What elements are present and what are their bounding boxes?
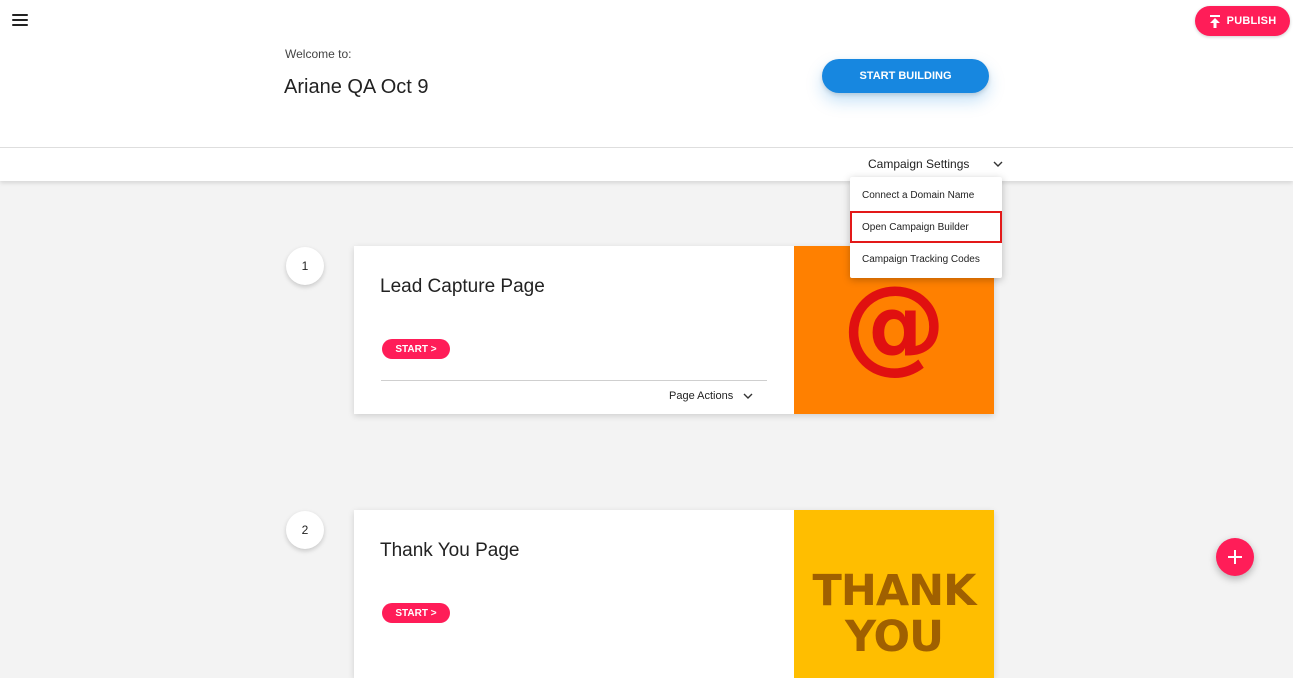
start-page-button[interactable]: START > [382, 603, 450, 623]
at-sign-image-text: @ [842, 263, 946, 385]
campaign-settings-toggle[interactable]: Campaign Settings [868, 155, 1003, 173]
page-actions-label: Page Actions [669, 390, 734, 402]
menu-icon[interactable] [12, 14, 28, 26]
publish-label: PUBLISH [1226, 15, 1277, 27]
plus-icon [1228, 550, 1242, 564]
menu-item-open-campaign-builder[interactable]: Open Campaign Builder [850, 211, 1002, 243]
step-number-1: 1 [286, 247, 324, 285]
start-page-button[interactable]: START > [382, 339, 450, 359]
add-page-button[interactable] [1216, 538, 1254, 576]
thank-you-image-text: THANK YOU [812, 566, 977, 662]
menu-item-tracking-codes[interactable]: Campaign Tracking Codes [850, 243, 1002, 275]
welcome-label: Welcome to: [285, 47, 352, 61]
chevron-down-icon [993, 161, 1003, 167]
page-title: Thank You Page [380, 540, 520, 561]
page-actions-toggle[interactable]: Page Actions [669, 390, 753, 402]
campaign-title: Ariane QA Oct 9 [284, 76, 429, 98]
header-divider [0, 147, 1293, 148]
start-building-button[interactable]: START BUILDING [822, 59, 989, 93]
upload-icon [1209, 14, 1220, 28]
campaign-settings-menu: Connect a Domain Name Open Campaign Buil… [850, 177, 1002, 278]
campaign-settings-label: Campaign Settings [868, 157, 970, 171]
page-title: Lead Capture Page [380, 276, 545, 297]
step-number-2: 2 [286, 511, 324, 549]
chevron-down-icon [743, 393, 753, 399]
menu-item-connect-domain[interactable]: Connect a Domain Name [850, 179, 1002, 211]
page-card-thank-you: Thank You Page START > THANK YOU [354, 510, 994, 678]
card-divider [381, 380, 767, 381]
top-header: PUBLISH Welcome to: Ariane QA Oct 9 STAR… [0, 0, 1293, 181]
page-thumbnail[interactable]: THANK YOU [794, 510, 994, 678]
publish-button[interactable]: PUBLISH [1195, 6, 1290, 36]
